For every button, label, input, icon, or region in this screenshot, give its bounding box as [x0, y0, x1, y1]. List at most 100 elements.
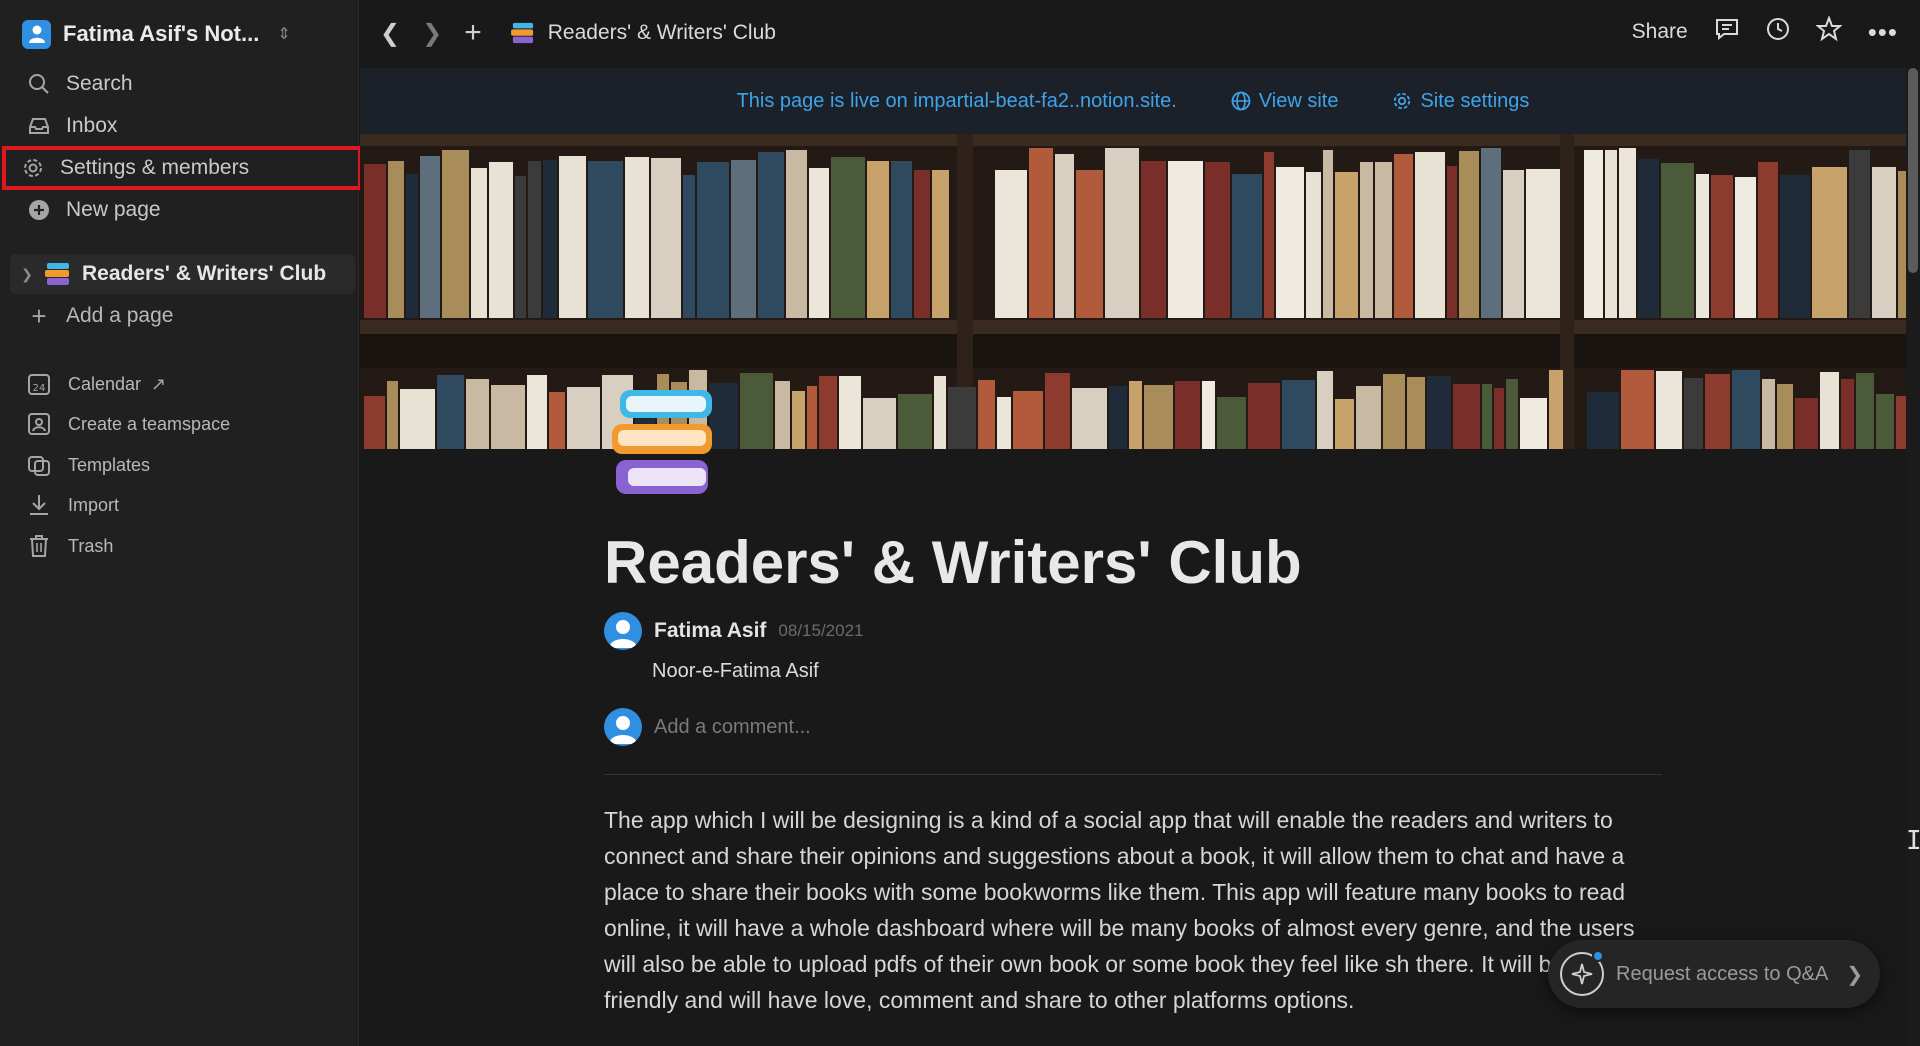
book-spine: [1375, 162, 1392, 318]
book-spine: [786, 150, 807, 318]
chevron-right-icon: ❯: [1846, 963, 1864, 986]
page-icon-books[interactable]: [606, 382, 726, 502]
sidebar-item-create-teamspace[interactable]: Create a teamspace: [10, 406, 355, 442]
book-spine: [1335, 399, 1354, 449]
scrollbar-thumb[interactable]: [1908, 68, 1918, 273]
scrollbar[interactable]: [1906, 68, 1920, 1046]
sidebar-item-new-page[interactable]: New page: [10, 190, 355, 230]
book-spine: [1735, 177, 1756, 318]
book-spine: [1129, 381, 1142, 449]
book-spine: [1105, 148, 1139, 318]
book-spine: [1076, 170, 1103, 318]
book-spine: [1453, 384, 1480, 449]
site-settings-link[interactable]: Site settings: [1392, 90, 1529, 113]
book-spine: [1168, 161, 1203, 318]
inbox-icon: [26, 113, 52, 139]
book-spine: [1820, 372, 1839, 449]
book-spine: [1175, 381, 1200, 449]
sidebar-page-label: Readers' & Writers' Club: [82, 262, 327, 285]
forward-arrow-icon[interactable]: ❯: [422, 19, 442, 48]
teamspace-icon: [26, 411, 52, 437]
workspace-name: Fatima Asif's Not...: [63, 21, 260, 46]
book-spine: [1055, 154, 1074, 318]
book-spine: [1656, 371, 1682, 449]
request-qa-button[interactable]: Request access to Q&A ❯: [1548, 940, 1880, 1008]
sidebar-item-label: Templates: [68, 454, 151, 475]
book-spine: [400, 389, 435, 449]
book-spine: [1335, 172, 1358, 318]
book-spine: [1872, 167, 1896, 318]
sidebar-item-inbox[interactable]: Inbox: [10, 106, 355, 146]
sidebar-page-readers-writers-club[interactable]: ❯ Readers' & Writers' Club: [10, 254, 355, 294]
comment-author: Fatima Asif: [654, 619, 767, 642]
sidebar-item-import[interactable]: Import: [10, 487, 355, 523]
chevron-right-icon[interactable]: ❯: [10, 266, 44, 283]
book-spine: [515, 176, 526, 318]
book-spine: [1205, 162, 1230, 318]
add-comment-input[interactable]: Add a comment...: [654, 716, 811, 739]
book-spine: [528, 161, 541, 318]
templates-icon: [26, 452, 52, 478]
book-spine: [1841, 379, 1854, 449]
book-spine: [1711, 175, 1733, 318]
book-spine: [995, 170, 1027, 318]
cover-image[interactable]: [360, 134, 1906, 449]
books-icon: [44, 262, 72, 286]
page-body-paragraph[interactable]: The app which I will be designing is a k…: [604, 802, 1664, 1018]
book-spine: [1217, 397, 1246, 449]
book-spine: [1621, 370, 1654, 449]
breadcrumb[interactable]: Readers' & Writers' Club: [510, 21, 776, 45]
book-spine: [1506, 379, 1518, 449]
book-spine: [1427, 376, 1451, 449]
sidebar-item-settings[interactable]: Settings & members: [2, 146, 362, 190]
book-spine: [1323, 150, 1333, 318]
sidebar-item-label: New page: [66, 198, 161, 221]
divider: [604, 774, 1662, 775]
book-spine: [406, 174, 418, 318]
more-options-icon[interactable]: •••: [1868, 17, 1898, 48]
book-spine: [948, 387, 976, 449]
notification-dot: [1592, 950, 1604, 962]
share-button[interactable]: Share: [1632, 20, 1688, 44]
comment-thread: Fatima Asif 08/15/2021: [604, 612, 864, 650]
book-spine: [1383, 374, 1405, 449]
book-spine: [683, 175, 695, 318]
book-spine: [1141, 161, 1166, 318]
sidebar-item-trash[interactable]: Trash: [10, 528, 355, 564]
book-spine: [1109, 386, 1127, 449]
site-settings-label: Site settings: [1420, 89, 1530, 112]
new-tab-plus-icon[interactable]: +: [464, 16, 482, 50]
chevron-updown-icon[interactable]: ⇕: [277, 24, 290, 44]
book-spine: [697, 162, 729, 318]
book-spine: [1762, 379, 1775, 449]
bookshelf-cover-illustration: [360, 134, 1906, 449]
live-site-banner: This page is live on impartial-beat-fa2.…: [360, 68, 1906, 134]
book-spine: [1696, 174, 1709, 318]
book-spine: [1306, 172, 1321, 318]
book-spine: [997, 397, 1011, 449]
avatar: [604, 708, 642, 746]
book-spine: [1202, 381, 1215, 449]
add-comment-row[interactable]: Add a comment...: [604, 708, 811, 746]
book-spine: [1282, 380, 1315, 449]
book-spine: [1045, 373, 1070, 449]
add-page-button[interactable]: + Add a page: [10, 296, 355, 336]
comment-icon[interactable]: [1714, 17, 1740, 47]
back-arrow-icon[interactable]: ❮: [380, 19, 400, 48]
sidebar-item-templates[interactable]: Templates: [10, 447, 355, 483]
add-page-label: Add a page: [66, 304, 174, 327]
import-icon: [26, 492, 52, 518]
book-spine: [549, 392, 565, 449]
view-site-link[interactable]: View site: [1231, 90, 1338, 113]
workspace-switcher[interactable]: Fatima Asif's Not... ⇕: [22, 18, 291, 50]
star-icon[interactable]: [1814, 15, 1843, 48]
sidebar-item-search[interactable]: Search: [10, 64, 355, 104]
book-spine: [914, 170, 930, 318]
book-spine: [932, 170, 949, 318]
book-spine: [420, 156, 440, 318]
sidebar-item-calendar[interactable]: 24 Calendar ↗: [10, 366, 355, 402]
book-spine: [1232, 174, 1262, 318]
history-clock-icon[interactable]: [1766, 17, 1790, 47]
topbar: ❮ ❯ + Readers' & Writers' Club Share •••: [360, 0, 1920, 68]
page-title[interactable]: Readers' & Writers' Club: [604, 528, 1302, 597]
